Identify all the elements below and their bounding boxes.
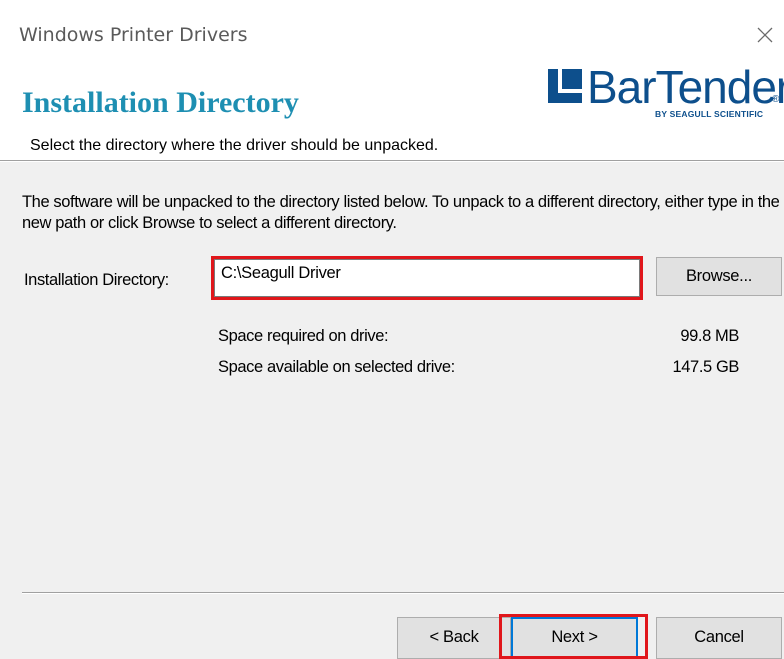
description-text: The software will be unpacked to the dir… [22,193,780,232]
close-button[interactable] [748,16,784,50]
browse-button[interactable]: Browse... [656,257,782,296]
space-available-value: 147.5 GB [672,358,739,376]
logo-wordmark: BarTender [587,61,784,113]
installer-window: Windows Printer Drivers Installation Dir… [0,0,784,659]
space-required-value: 99.8 MB [680,327,739,345]
window-title: Windows Printer Drivers [19,24,248,46]
next-button[interactable]: Next > [511,617,638,659]
bartender-logo-mark-icon [548,69,582,103]
page-title: Installation Directory [22,86,299,119]
bartender-logo: BarTender ® BY SEAGULL SCIENTIFIC [548,61,784,123]
installation-directory-label: Installation Directory: [24,271,169,289]
title-bar: Windows Printer Drivers [0,0,784,50]
wizard-header: Installation Directory Select the direct… [0,50,784,160]
space-available-label: Space available on selected drive: [218,358,455,376]
close-icon [757,27,773,43]
logo-tagline: BY SEAGULL SCIENTIFIC [655,109,764,119]
logo-registered-mark: ® [772,94,780,105]
footer-divider [22,592,784,594]
page-subtitle: Select the directory where the driver sh… [30,137,439,154]
cancel-button[interactable]: Cancel [656,617,782,659]
installation-directory-input[interactable] [214,259,640,297]
header-divider [0,160,784,162]
back-button[interactable]: < Back [397,617,511,659]
space-required-label: Space required on drive: [218,327,389,345]
